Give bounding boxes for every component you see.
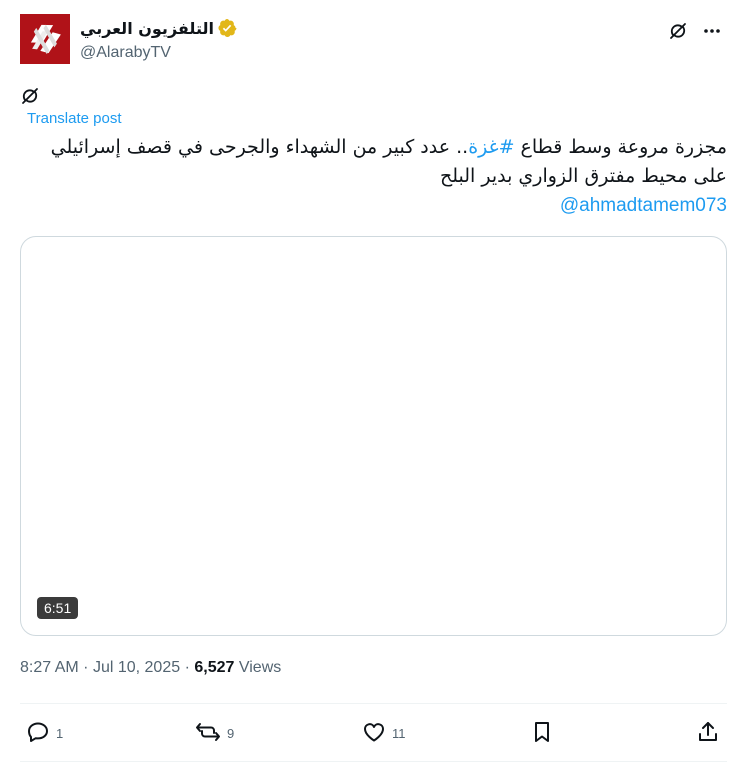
reply-button[interactable]: 1 bbox=[26, 720, 63, 744]
like-count: 11 bbox=[392, 726, 406, 741]
share-button[interactable] bbox=[696, 720, 720, 744]
post-time[interactable]: 8:27 AM bbox=[20, 659, 79, 676]
post-text: مجزرة مروعة وسط قطاع #غزة.. عدد كبير من … bbox=[20, 133, 727, 220]
post-meta: 8:27 AM · Jul 10, 2025 · 6,527 Views bbox=[20, 659, 281, 677]
display-name[interactable]: التلفزيون العربي bbox=[80, 19, 214, 38]
post-line-2: على محيط مفترق الزواري بدير البلح bbox=[439, 165, 727, 187]
video-player[interactable]: 6:51 bbox=[20, 236, 727, 636]
mention-link[interactable]: @ahmadtamem073 bbox=[560, 195, 727, 216]
views-count: 6,527 bbox=[194, 659, 235, 676]
author-handle[interactable]: @AlarabyTV bbox=[80, 44, 237, 62]
reply-icon bbox=[28, 722, 48, 742]
bookmark-button[interactable] bbox=[530, 720, 554, 744]
post-date[interactable]: Jul 10, 2025 bbox=[93, 659, 180, 676]
avatar[interactable] bbox=[20, 14, 70, 64]
reply-count: 1 bbox=[56, 726, 64, 741]
header-actions bbox=[663, 16, 727, 46]
post-text-part: .. عدد كبير من الشهداء والجرحى في قصف إس… bbox=[50, 136, 469, 158]
post-header: التلفزيون العربي @AlarabyTV bbox=[20, 14, 727, 66]
share-icon bbox=[699, 722, 717, 741]
bookmark-icon bbox=[535, 722, 549, 742]
views-label: Views bbox=[238, 659, 282, 676]
repost-icon bbox=[196, 723, 220, 741]
separator-dot: · bbox=[83, 659, 93, 676]
alaraby-logo-icon bbox=[20, 14, 70, 64]
author-info: التلفزيون العربي @AlarabyTV bbox=[80, 16, 237, 62]
video-duration-badge: 6:51 bbox=[37, 597, 79, 619]
grok-icon[interactable] bbox=[663, 16, 693, 46]
grok-translate-icon bbox=[20, 86, 40, 106]
more-icon[interactable] bbox=[697, 16, 727, 46]
like-button[interactable]: 11 bbox=[362, 720, 406, 744]
verified-badge-icon bbox=[217, 18, 237, 38]
divider bbox=[20, 761, 727, 762]
separator-dot: · bbox=[184, 659, 195, 676]
post-text-part: مجزرة مروعة وسط قطاع bbox=[514, 136, 727, 158]
heart-icon bbox=[363, 723, 385, 742]
post-line-1: مجزرة مروعة وسط قطاع #غزة.. عدد كبير من … bbox=[20, 133, 727, 162]
action-bar: 1 9 11 bbox=[20, 704, 727, 762]
repost-button[interactable]: 9 bbox=[195, 720, 234, 744]
hashtag-link[interactable]: #غزة bbox=[468, 136, 514, 158]
translate-post-link[interactable]: Translate post bbox=[27, 110, 122, 127]
post-line-3: @ahmadtamem073 bbox=[20, 191, 727, 220]
repost-count: 9 bbox=[227, 726, 235, 741]
